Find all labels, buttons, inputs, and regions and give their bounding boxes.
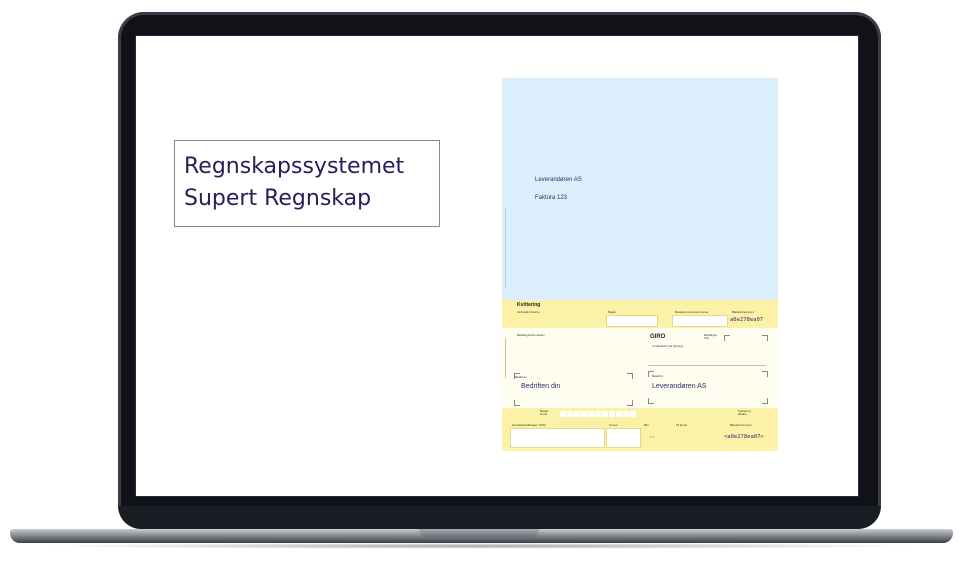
invoice-supplier: Leverandøren AS <box>535 177 582 183</box>
payer-account-field <box>672 315 728 327</box>
ocr-band: Kundeidentifikasjon (KID) Kroner Øre Til… <box>502 420 778 451</box>
side-margin-text <box>505 208 506 288</box>
payee-corner-bl <box>648 398 654 404</box>
giro-title: GIRO <box>650 334 666 340</box>
payer-corner-bl <box>514 400 520 406</box>
kid-field <box>510 428 605 448</box>
ore-marks: ‹ › <box>650 434 654 439</box>
bottom-ocr-code: <a0e278ea07> <box>724 434 764 440</box>
payer-name: Bedriften din <box>521 383 561 390</box>
account-label: Innbetalt til konto <box>517 310 540 314</box>
invoice-number: Faktura 123 <box>535 195 568 201</box>
to-account-label: Til konto <box>676 423 688 427</box>
due-date-corner <box>724 335 730 341</box>
debit-digit-boxes <box>560 411 636 417</box>
payment-info-label: Betalingsinformasjon <box>517 333 545 337</box>
laptop-shadow <box>40 543 923 549</box>
amount-field <box>606 315 658 327</box>
payee-corner-br <box>762 398 768 404</box>
due-date-corner-right <box>762 335 768 341</box>
blankett-number: a0e278ea07 <box>730 317 764 323</box>
signature-label: Underskrift ved girering <box>652 344 684 348</box>
customer-id-label: Kundeidentifikasjon (KID) <box>512 423 546 427</box>
receipt-small-label: Kvittering tilbake <box>738 409 751 416</box>
side-margin-text-lower <box>505 338 506 378</box>
payer-corner-br <box>627 400 633 406</box>
laptop-bezel-bottom <box>118 506 881 529</box>
due-date-label: Betalings-frist <box>704 333 718 340</box>
payee-corner-tl <box>648 371 654 377</box>
blankett-label: Blankettnummer <box>732 310 754 314</box>
bottom-blankett-label: Blankettnummer <box>730 423 752 427</box>
receipt-band: Kvittering Innbetalt til konto Beløp Bet… <box>502 300 778 328</box>
payer-account-label: Betalerens kontonummer <box>675 310 709 314</box>
payee-name: Leverandøren AS <box>652 383 707 390</box>
kroner-label: Kroner <box>609 423 619 427</box>
ore-label: Øre <box>644 423 650 427</box>
payee-corner-tr <box>762 371 768 377</box>
slide-title-line-1: Regnskapssystemet <box>184 154 405 179</box>
payer-corner-tl <box>514 373 520 379</box>
laptop-notch <box>419 529 539 537</box>
giro-panel: Betalingsinformasjon GIRO Betalings-fris… <box>502 328 778 408</box>
slide-title-line-2: Supert Regnskap <box>184 186 372 211</box>
amount-label: Beløp <box>608 310 616 314</box>
signature-line <box>648 365 766 366</box>
debit-label: Belast konto <box>540 409 549 416</box>
debit-strip: Belast konto Kvittering tilbake <box>502 408 778 420</box>
kroner-field <box>606 428 641 448</box>
payer-corner-tr <box>627 373 633 379</box>
receipt-heading: Kvittering <box>517 302 541 308</box>
invoice-document: Leverandøren AS Faktura 123 Kvittering I… <box>502 78 778 451</box>
slide-title-box: Regnskapssystemet Supert Regnskap <box>174 140 440 227</box>
